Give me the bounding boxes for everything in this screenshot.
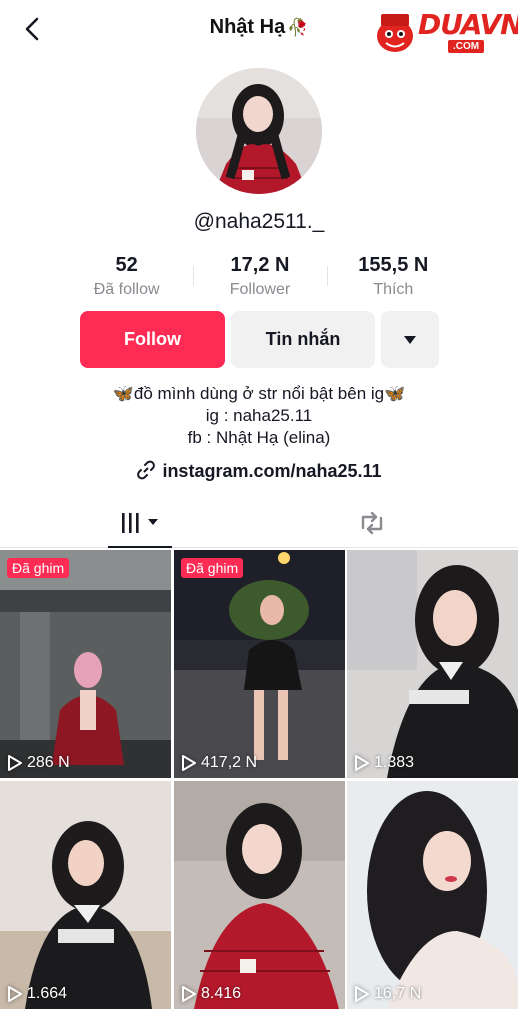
view-count: 286 N (8, 754, 70, 772)
play-icon (8, 755, 22, 771)
avatar[interactable] (196, 68, 322, 194)
message-button[interactable]: Tin nhắn (231, 311, 375, 368)
video-tile[interactable]: 1.664 (0, 781, 171, 1009)
bio-line-3: fb : Nhật Hạ (elina) (187, 428, 331, 447)
repost-icon (361, 511, 383, 535)
video-tile[interactable]: 16,7 N (347, 781, 518, 1009)
follow-button[interactable]: Follow (80, 311, 225, 368)
view-count: 16,7 N (355, 985, 421, 1003)
video-thumbnail (174, 550, 345, 778)
caret-down-icon (404, 335, 416, 344)
butterfly-icon: 🦋 (112, 384, 134, 403)
followers-stat[interactable]: 17,2 N Follower (193, 254, 326, 304)
view-count-text: 286 N (27, 754, 70, 771)
view-count-text: 1.383 (374, 754, 415, 771)
view-count-text: 8.416 (201, 985, 242, 1002)
video-tile[interactable]: 8.416 (174, 781, 345, 1009)
bio-line-1: 🦋đồ mình dùng ở str nổi bật bên ig🦋 (0, 383, 518, 405)
likes-count: 155,5 N (358, 254, 429, 276)
watermark-domain: .COM (448, 40, 485, 53)
grid-videos-icon (122, 513, 158, 533)
profile-stats: 52 Đã follow 17,2 N Follower 155,5 N Thí… (60, 254, 460, 304)
avatar-photo (196, 68, 322, 194)
top-bar: Nhật Hạ 🥀 DUAVN .COM (0, 0, 518, 58)
profile-name: Nhật Hạ (209, 16, 286, 38)
likes-label: Thích (373, 281, 414, 298)
link-icon (137, 460, 156, 480)
video-tile[interactable]: Đã ghim 417,2 N (174, 550, 345, 778)
play-icon (182, 986, 196, 1002)
profile-link[interactable]: instagram.com/naha25.11 (0, 460, 518, 482)
play-icon (355, 986, 369, 1002)
play-icon (355, 755, 369, 771)
video-tile[interactable]: 1.383 (347, 550, 518, 778)
profile-link-text: instagram.com/naha25.11 (162, 461, 382, 481)
video-thumbnail (0, 781, 171, 1009)
view-count-text: 1.664 (27, 985, 68, 1002)
content-tabs (0, 500, 518, 548)
view-count-text: 16,7 N (374, 985, 422, 1002)
following-stat[interactable]: 52 Đã follow (60, 254, 193, 304)
play-icon (8, 986, 22, 1002)
followers-count: 17,2 N (230, 254, 290, 276)
site-watermark: DUAVN .COM (372, 6, 518, 58)
bio-line-2: ig : naha25.11 (205, 406, 313, 425)
bio-line-1-text: đồ mình dùng ở str nổi bật bên ig (133, 384, 385, 403)
video-thumbnail (0, 550, 171, 778)
view-count-text: 417,2 N (201, 754, 258, 771)
more-options-button[interactable] (381, 311, 439, 368)
followers-label: Follower (229, 281, 291, 298)
following-count: 52 (115, 254, 138, 276)
watermark-text: DUAVN (418, 8, 518, 41)
butterfly-icon: 🦋 (384, 384, 406, 403)
pinned-badge: Đã ghim (7, 558, 70, 578)
view-count: 8.416 (182, 985, 241, 1003)
view-count: 1.664 (8, 985, 67, 1003)
play-icon (182, 755, 196, 771)
view-count: 1.383 (355, 754, 414, 772)
video-tile[interactable]: Đã ghim 286 N (0, 550, 171, 778)
pinned-badge: Đã ghim (181, 558, 244, 578)
tab-reposts[interactable] (356, 508, 400, 540)
username: @naha2511._ (193, 210, 325, 233)
following-label: Đã follow (93, 281, 160, 298)
video-thumbnail (347, 781, 518, 1009)
video-thumbnail (174, 781, 345, 1009)
tab-videos[interactable] (108, 508, 172, 548)
bio: 🦋đồ mình dùng ở str nổi bật bên ig🦋 ig :… (0, 383, 518, 449)
likes-stat[interactable]: 155,5 N Thích (326, 254, 460, 304)
view-count: 417,2 N (182, 754, 257, 772)
profile-actions: Follow Tin nhắn (80, 311, 439, 368)
rose-emoji: 🥀 (287, 18, 309, 37)
video-thumbnail (347, 550, 518, 778)
mascot-logo-icon (377, 14, 413, 52)
